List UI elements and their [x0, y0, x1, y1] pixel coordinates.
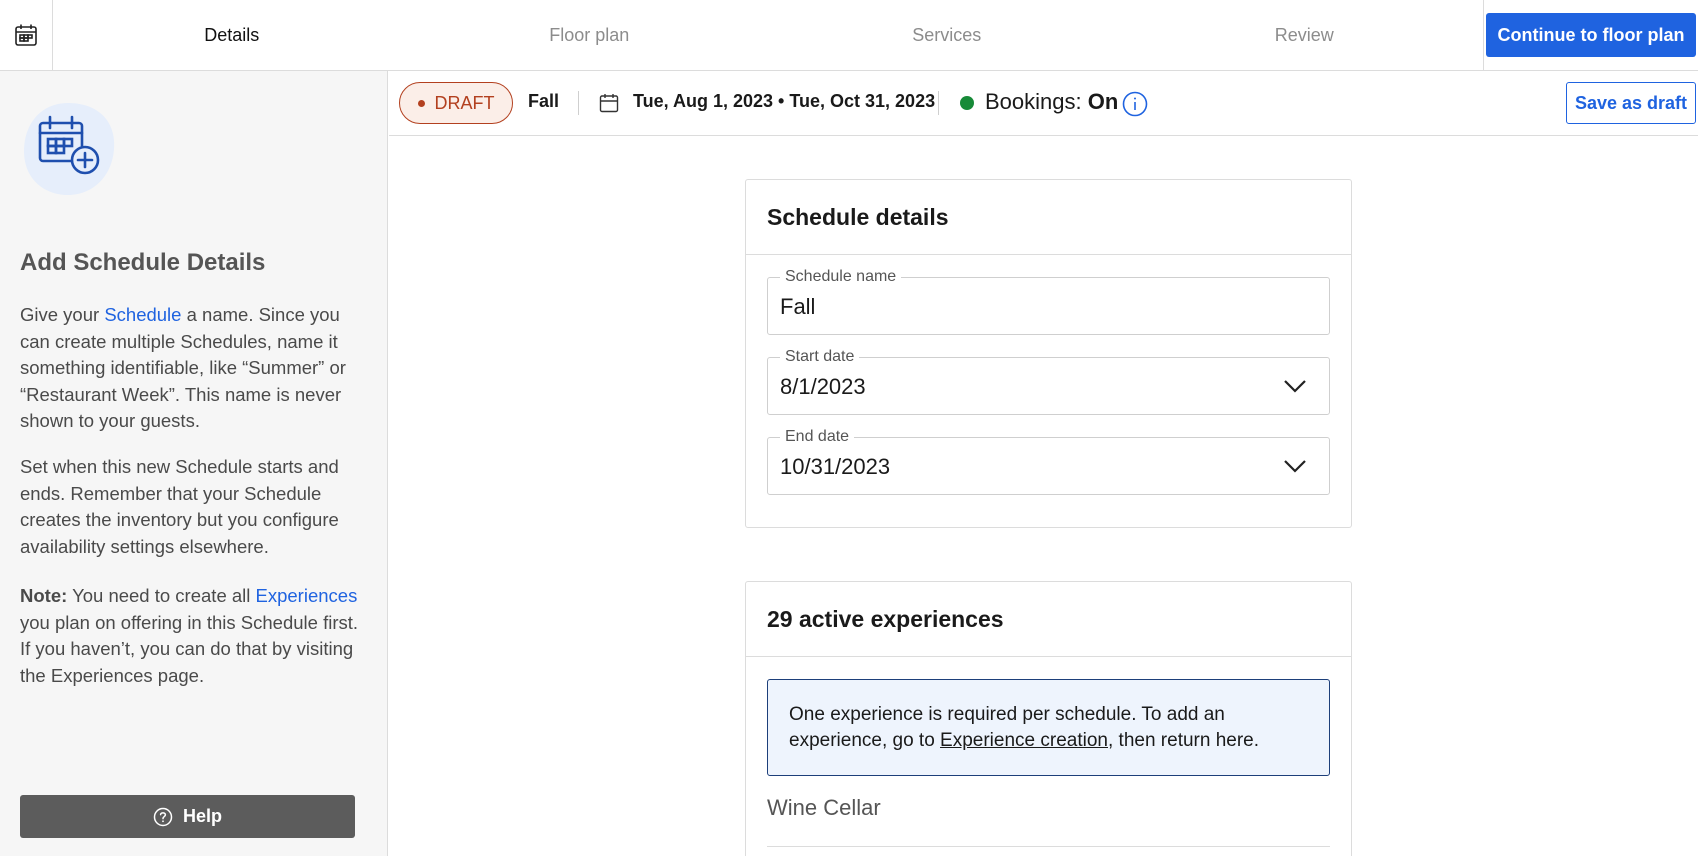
nav-action-cell: Continue to floor plan [1483, 0, 1698, 70]
divider [578, 91, 579, 115]
continue-button[interactable]: Continue to floor plan [1485, 13, 1697, 57]
sidebar-paragraph-name: Give your Schedule a name. Since you can… [20, 302, 360, 435]
status-date-range: Tue, Aug 1, 2023 • Tue, Oct 31, 2023 [633, 91, 936, 111]
question-circle-icon [153, 807, 173, 826]
schedule-link[interactable]: Schedule [104, 304, 181, 325]
sidebar-title: Add Schedule Details [20, 249, 266, 276]
help-button[interactable]: Help [20, 795, 355, 838]
step-review[interactable]: Review [1126, 0, 1484, 70]
field-label: Schedule name [780, 268, 902, 286]
field-label: Start date [780, 348, 860, 366]
text-span: Give your [20, 304, 105, 325]
stepper: Details Floor plan Services Review [53, 0, 1483, 70]
text-span: , then return here. [1107, 730, 1260, 751]
step-floor-plan[interactable]: Floor plan [411, 0, 769, 70]
bookings-status-dot-icon [960, 96, 974, 110]
experiences-link[interactable]: Experiences [256, 585, 358, 606]
app-icon-cell[interactable] [0, 0, 53, 70]
end-date-value[interactable]: 10/31/2023 [780, 454, 1260, 480]
card-title: Schedule details [746, 180, 1351, 255]
sidebar-paragraph-note: Note: You need to create all Experiences… [20, 583, 360, 689]
help-label: Help [182, 806, 222, 826]
schedule-name-field[interactable]: Schedule name [767, 268, 1330, 335]
sidebar-paragraph-dates: Set when this new Schedule starts and en… [20, 456, 339, 557]
text-span: You need to create all [67, 585, 256, 606]
draft-badge-label: DRAFT [434, 92, 495, 113]
save-as-draft-button[interactable]: Save as draft [1566, 82, 1696, 124]
draft-badge: DRAFT [399, 82, 513, 124]
text-span: you plan on offering in this Schedule fi… [20, 611, 359, 686]
draft-dot-icon [417, 99, 425, 107]
experience-item[interactable]: Wine Cellar [767, 795, 881, 821]
note-label: Note: [20, 585, 68, 606]
chevron-down-icon[interactable] [1283, 457, 1307, 475]
help-sidebar: Add Schedule Details Give your Schedule … [0, 71, 388, 856]
calendar-grid-icon[interactable] [14, 23, 38, 47]
field-label: End date [780, 428, 855, 446]
end-date-field[interactable]: End date 10/31/2023 [767, 428, 1330, 495]
divider [938, 91, 939, 115]
schedule-details-card: Schedule details Schedule name Start dat… [745, 179, 1352, 528]
step-services[interactable]: Services [768, 0, 1126, 70]
top-nav: Details Floor plan Services Review Conti… [0, 0, 1698, 71]
divider [767, 846, 1330, 847]
bookings-status: Bookings: On [985, 89, 1118, 115]
info-icon[interactable] [1122, 91, 1148, 117]
bookings-label: Bookings: [985, 89, 1082, 114]
card-title: 29 active experiences [746, 582, 1351, 657]
calendar-icon [599, 94, 619, 113]
schedule-name-input[interactable] [780, 294, 1260, 320]
chevron-down-icon[interactable] [1283, 377, 1307, 395]
bookings-value: On [1087, 89, 1119, 114]
start-date-field[interactable]: Start date 8/1/2023 [767, 348, 1330, 415]
schedule-status-bar: DRAFT Fall Tue, Aug 1, 2023 • Tue, Oct 3… [389, 71, 1698, 136]
experience-creation-link[interactable]: Experience creation [940, 730, 1108, 751]
experience-required-notice: One experience is required per schedule.… [767, 679, 1330, 776]
experiences-card: 29 active experiences One experience is … [745, 581, 1352, 856]
add-calendar-illustration-icon [24, 103, 115, 195]
status-schedule-name: Fall [528, 91, 560, 111]
start-date-value[interactable]: 8/1/2023 [780, 374, 1260, 400]
step-details[interactable]: Details [53, 0, 411, 70]
